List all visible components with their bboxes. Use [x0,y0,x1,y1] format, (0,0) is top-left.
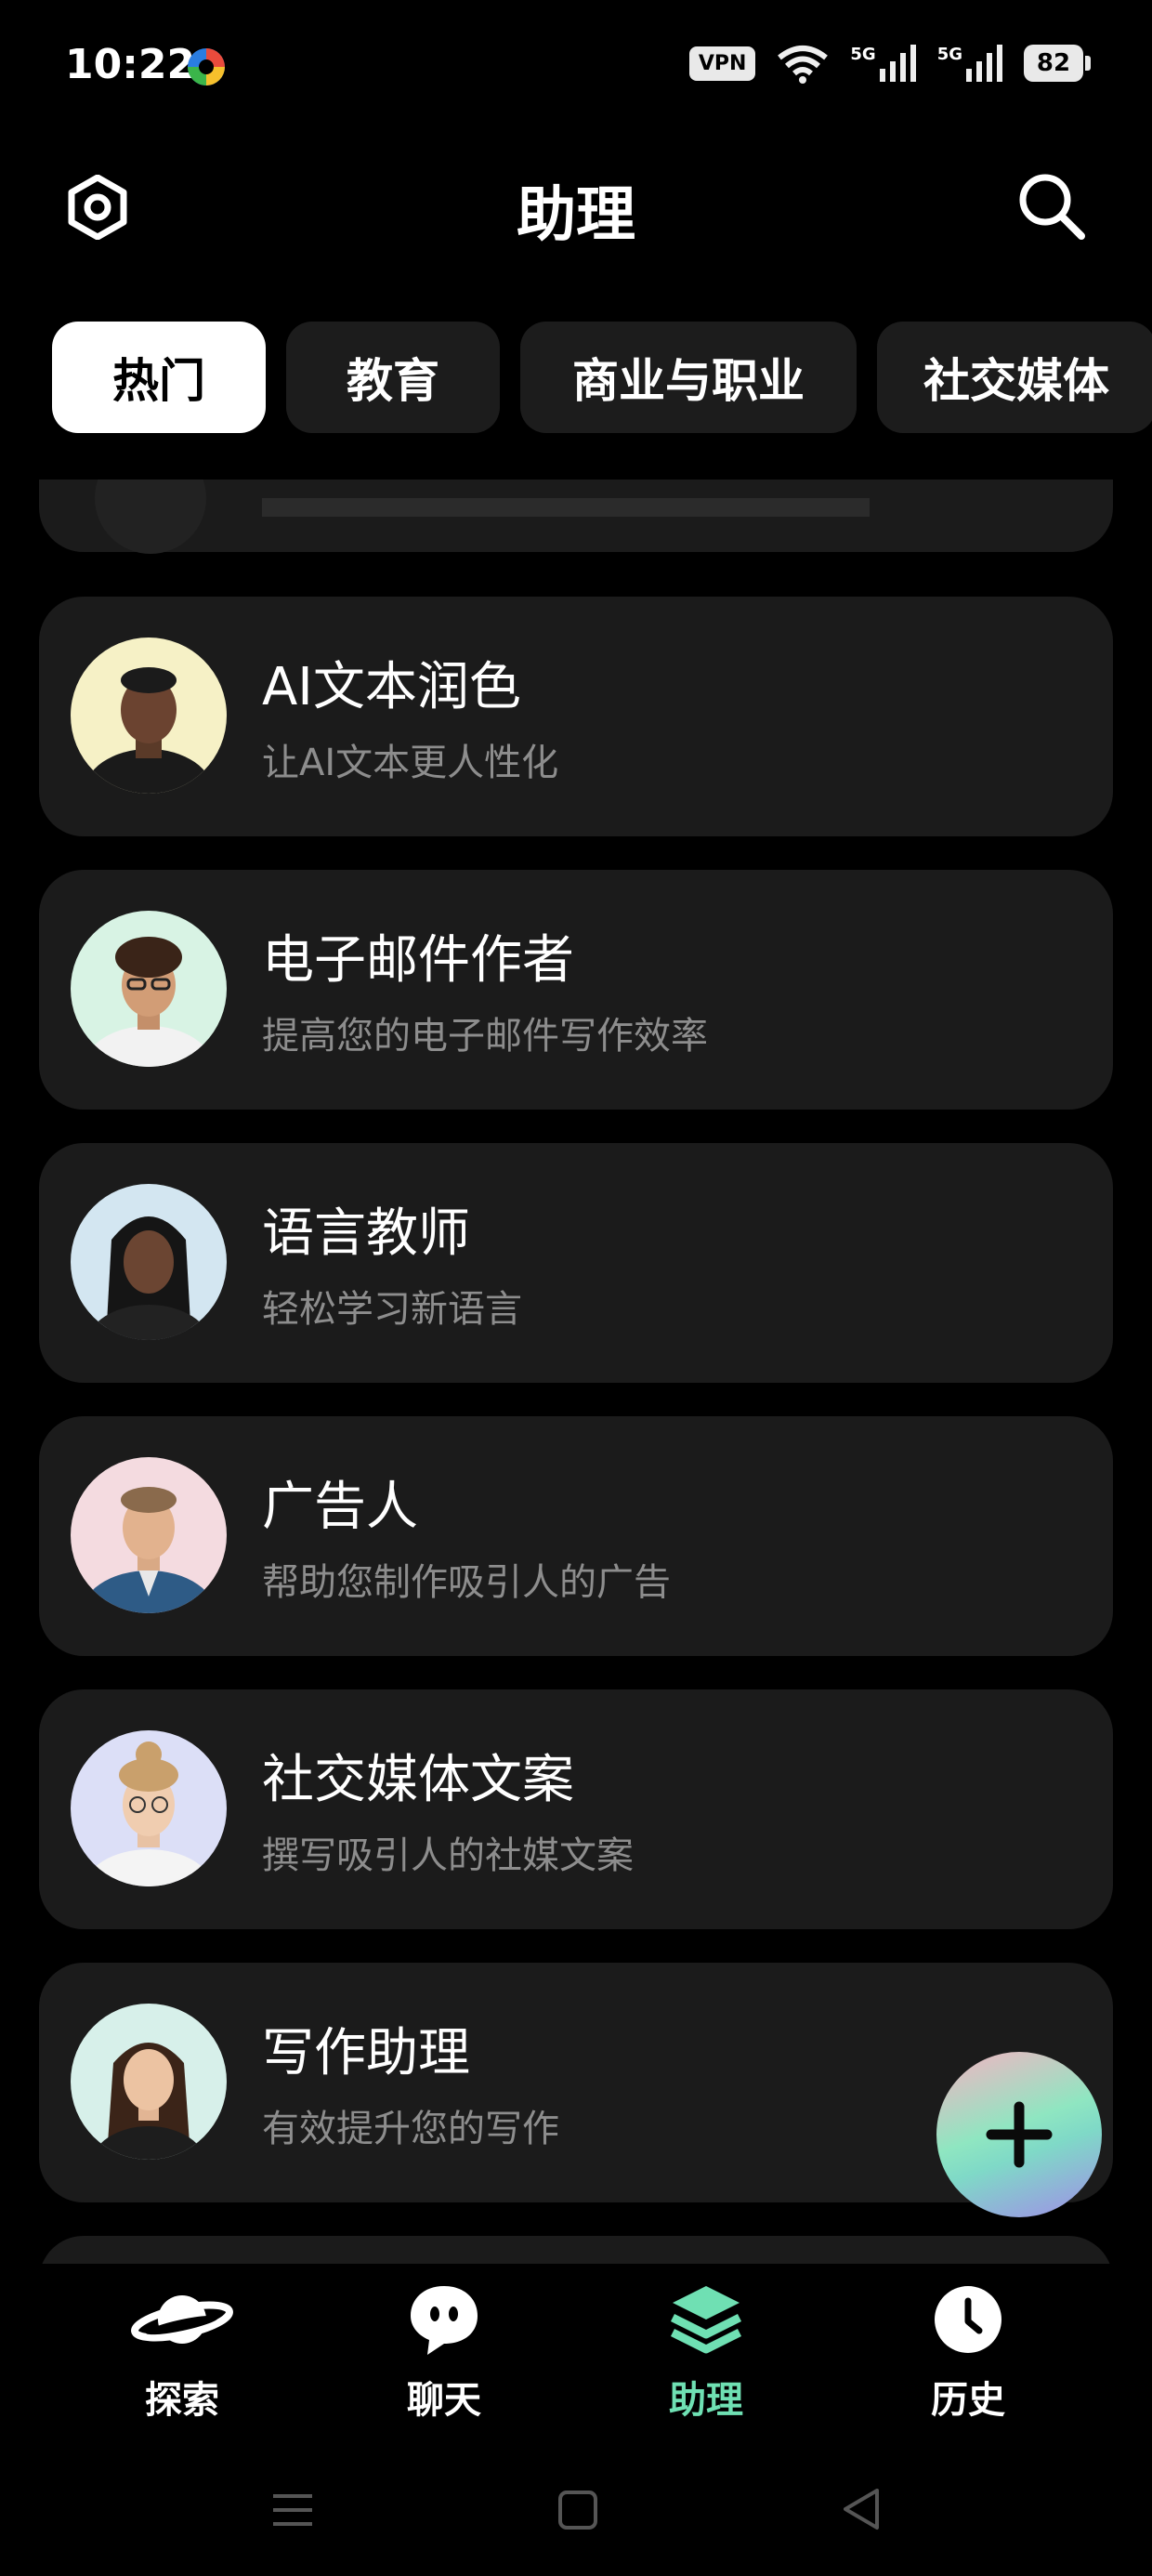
app-header: 助理 [0,149,1152,260]
nav-label: 探索 [145,2379,219,2422]
page-title: 助理 [517,181,635,250]
avatar [71,2004,227,2160]
assistant-description: 轻松学习新语言 [262,1288,522,1331]
bottom-nav: 探索 聊天 助理 历史 [0,2264,1152,2450]
planet-icon [131,2295,233,2344]
nav-history[interactable]: 历史 [875,2282,1061,2424]
vpn-badge: VPN [688,46,756,81]
home-icon[interactable] [557,2489,598,2531]
plus-icon [986,2101,1053,2168]
avatar [71,637,227,794]
assistant-description: 有效提升您的写作 [262,2108,559,2150]
list-item[interactable]: 社交媒体文案 撰写吸引人的社媒文案 [39,1689,1113,1929]
chat-bubble-icon [411,2286,478,2355]
avatar [95,480,206,554]
tab-hot[interactable]: 热门 [52,322,266,433]
avatar [71,1730,227,1886]
signal-1: 5G [850,45,916,82]
assistant-name: 语言教师 [262,1203,470,1264]
list-item-placeholder [262,498,870,517]
assistant-description: 让AI文本更人性化 [262,742,559,784]
status-time: 10:22 [65,41,196,88]
signal-2: 5G [937,45,1003,82]
list-item[interactable]: 语言教师 轻松学习新语言 [39,1143,1113,1383]
tab-social-media[interactable]: 社交媒体 [877,322,1152,433]
nav-label: 历史 [931,2379,1005,2422]
status-bar: 10:22 VPN 5G 5G 82 [0,0,1152,130]
system-navigation-bar [0,2472,1152,2576]
search-icon[interactable] [1016,171,1087,242]
avatar [71,911,227,1067]
battery-indicator: 82 [1024,45,1091,82]
system-indicators: VPN 5G 5G 82 [688,43,1091,84]
nav-explore[interactable]: 探索 [89,2282,275,2424]
list-item[interactable]: 广告人 帮助您制作吸引人的广告 [39,1416,1113,1656]
assistant-name: 写作助理 [262,2023,470,2083]
list-item[interactable] [39,480,1113,554]
nav-label: 聊天 [407,2379,481,2422]
list-item[interactable]: 电子邮件作者 提高您的电子邮件写作效率 [39,870,1113,1110]
nav-assistant[interactable]: 助理 [613,2282,799,2424]
nav-chat[interactable]: 聊天 [351,2282,537,2424]
network-type-1: 5G [850,45,876,64]
assistant-name: 社交媒体文案 [262,1750,574,1810]
wifi-icon [778,46,829,84]
list-item[interactable]: AI文本润色 让AI文本更人性化 [39,597,1113,836]
assistant-description: 提高您的电子邮件写作效率 [262,1015,708,1058]
app-notification-icon [188,48,225,85]
tab-business-career[interactable]: 商业与职业 [520,322,857,433]
clock-icon [935,2286,1001,2353]
network-type-2: 5G [936,45,962,64]
assistant-description: 帮助您制作吸引人的广告 [262,1561,671,1604]
layers-icon [670,2286,742,2354]
category-tabs: 热门 教育 商业与职业 社交媒体 [52,322,1152,437]
assistant-name: 广告人 [262,1477,418,1537]
menu-icon[interactable] [271,2489,314,2531]
assistant-name: AI文本润色 [262,657,521,717]
list-item[interactable] [39,2236,1113,2264]
back-icon[interactable] [840,2487,883,2531]
add-assistant-button[interactable] [936,2052,1102,2217]
assistant-description: 撰写吸引人的社媒文案 [262,1834,634,1877]
avatar [71,1184,227,1340]
signal-bars-icon [879,45,916,82]
assistant-list[interactable]: AI文本润色 让AI文本更人性化 电子邮件作者 提高您的电子邮件写作效率 语言教… [39,480,1113,2264]
tab-education[interactable]: 教育 [286,322,500,433]
nav-label: 助理 [669,2379,743,2422]
assistant-name: 电子邮件作者 [262,930,574,991]
signal-bars-icon [966,45,1002,82]
avatar [71,1457,227,1613]
